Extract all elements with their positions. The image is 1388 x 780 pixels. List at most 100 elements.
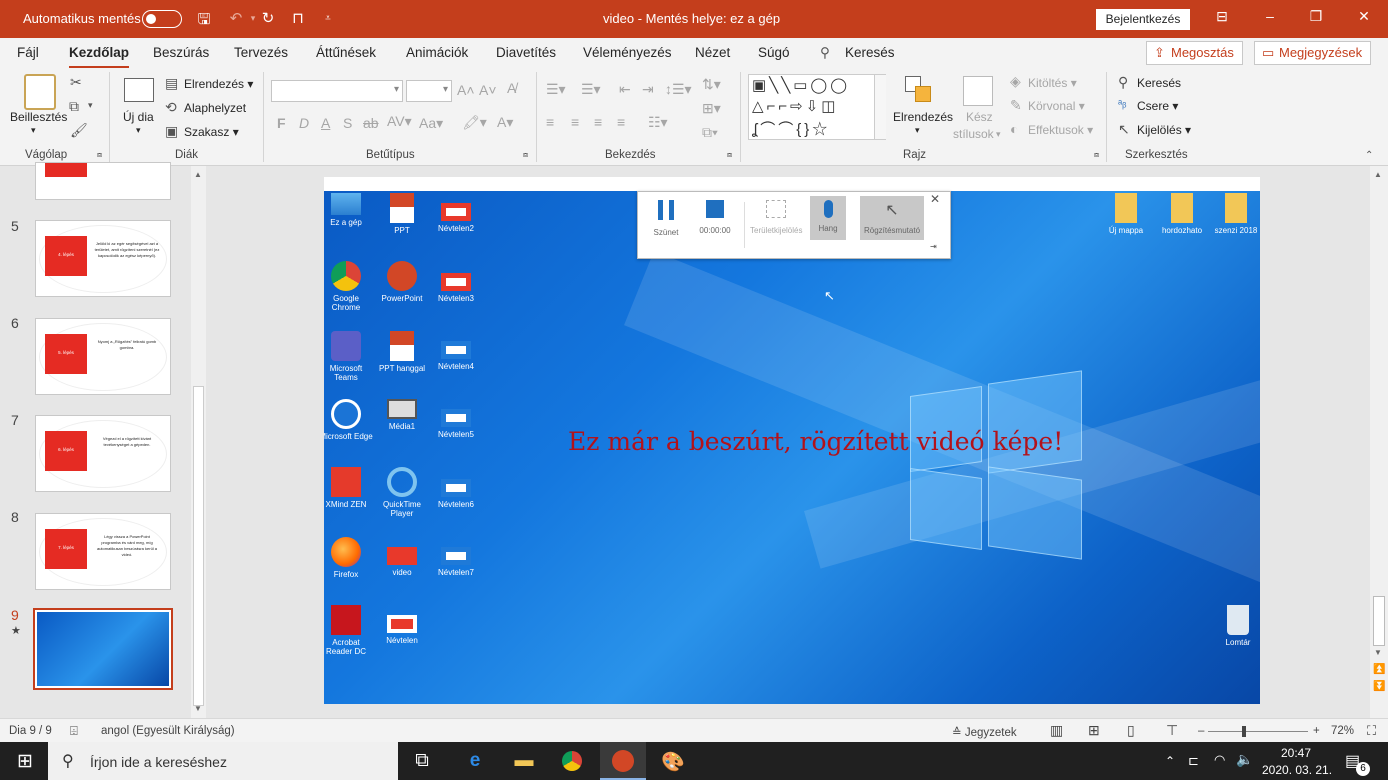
align-left-icon[interactable]: ≡ <box>546 114 554 130</box>
gallery-scroll[interactable] <box>874 75 886 139</box>
paint-icon[interactable]: 🎨 <box>658 750 688 774</box>
pin-icon[interactable]: ⇥ <box>930 242 937 251</box>
shadow-button[interactable]: S <box>343 115 352 131</box>
slideshow-view-icon[interactable]: ⊤ <box>1166 722 1178 739</box>
volume-icon[interactable]: 🔈 <box>1236 751 1253 768</box>
powerpoint-taskbar-button[interactable] <box>600 742 646 780</box>
strikethrough-icon[interactable]: ab <box>363 115 379 131</box>
align-right-icon[interactable]: ≡ <box>594 114 602 130</box>
clock-time[interactable]: 20:47 <box>1281 746 1311 760</box>
desktop-icon[interactable]: Média1 <box>374 399 430 431</box>
format-painter-icon[interactable]: 🖌 <box>70 122 88 139</box>
numbering-icon[interactable]: ☰▾ <box>581 81 601 98</box>
new-slide-icon[interactable] <box>124 78 154 102</box>
desktop-icon[interactable]: Névtelen7 <box>428 547 484 577</box>
tab-animations[interactable]: Animációk <box>406 45 468 60</box>
previous-slide-icon[interactable]: ⏫ <box>1373 664 1385 675</box>
language-label[interactable]: angol (Egyesült Királyság) <box>101 725 235 737</box>
font-name-combo[interactable] <box>271 80 403 102</box>
next-slide-icon[interactable]: ⏬ <box>1373 681 1385 692</box>
desktop-icon[interactable]: PPT <box>374 193 430 235</box>
bold-button[interactable]: F <box>277 115 286 131</box>
desktop-icon[interactable]: hordozhato <box>1154 193 1210 235</box>
pause-button[interactable]: Szünet <box>646 200 686 237</box>
desktop-icon[interactable]: Új mappa <box>1098 193 1154 235</box>
layout-button[interactable]: Elrendezés ▾ <box>184 77 253 91</box>
desktop-icon[interactable]: PowerPoint <box>374 261 430 303</box>
outline-button[interactable]: Körvonal ▾ <box>1028 99 1085 113</box>
collapse-ribbon-icon[interactable]: ⌃ <box>1365 150 1373 161</box>
chrome-taskbar-icon[interactable] <box>562 751 582 771</box>
find-button[interactable]: Keresés <box>1137 76 1181 90</box>
italic-button[interactable]: D <box>299 115 309 131</box>
desktop-icon[interactable]: Névtelen3 <box>428 273 484 303</box>
justify-icon[interactable]: ≡ <box>617 114 625 130</box>
record-pointer-button[interactable]: ↖ Rögzítésmutató <box>860 196 924 240</box>
reading-view-icon[interactable]: ▯ <box>1127 722 1135 739</box>
present-icon[interactable]: ⊓ <box>288 9 308 27</box>
desktop-icon[interactable]: Ez a gép <box>324 193 374 227</box>
edge-taskbar-icon[interactable]: e <box>460 750 490 772</box>
audio-button[interactable]: Hang <box>810 196 846 240</box>
desktop-icon[interactable]: Névtelen6 <box>428 479 484 509</box>
reset-button[interactable]: Alaphelyzet <box>184 101 246 115</box>
desktop-icon[interactable]: Microsoft Teams <box>324 331 374 382</box>
desktop-icon[interactable]: szenzi 2018 <box>1208 193 1260 235</box>
scroll-down-icon[interactable]: ▼ <box>1374 648 1382 657</box>
desktop-icon[interactable]: Microsoft Edge <box>324 399 374 441</box>
tab-design[interactable]: Tervezés <box>234 45 288 60</box>
dialog-launcher-icon[interactable]: ⧈ <box>523 150 528 160</box>
font-size-combo[interactable] <box>406 80 452 102</box>
paste-button-label[interactable]: Beillesztés <box>10 110 67 124</box>
search-label[interactable]: Keresés <box>845 45 895 60</box>
taskbar-search[interactable]: ⚲ Írjon ide a kereséshez <box>48 742 398 780</box>
desktop-icon[interactable]: Névtelen <box>374 615 430 645</box>
replace-button[interactable]: Csere ▾ <box>1137 99 1178 113</box>
redo-icon[interactable]: ↻ <box>258 9 278 27</box>
tab-transitions[interactable]: Áttűnések <box>316 45 376 60</box>
scroll-thumb[interactable] <box>1373 596 1385 646</box>
tab-home[interactable]: Kezdőlap <box>69 45 130 69</box>
network-icon[interactable]: ⊏ <box>1188 753 1199 769</box>
customize-icon[interactable]: ⩡ <box>318 13 338 24</box>
decrease-font-icon[interactable]: A˅ <box>479 82 497 98</box>
align-center-icon[interactable]: ≡ <box>571 114 579 130</box>
task-view-icon[interactable]: ⧉ <box>407 750 437 772</box>
zoom-level[interactable]: 72% <box>1331 725 1354 737</box>
close-icon[interactable]: ✕ <box>930 192 940 206</box>
dialog-launcher-icon[interactable]: ⧈ <box>1094 150 1099 160</box>
effects-button[interactable]: Effektusok ▾ <box>1028 123 1093 137</box>
desktop-icon[interactable]: Firefox <box>324 537 374 579</box>
scroll-down-icon[interactable]: ▼ <box>194 704 202 713</box>
arrange-dropdown-icon[interactable]: ▾ <box>915 125 920 136</box>
desktop-icon[interactable]: PPT hanggal <box>374 331 430 373</box>
video-frame[interactable]: Ez a gép Google Chrome Microsoft Teams M… <box>324 191 1260 704</box>
smartart-icon[interactable]: ⧉▾ <box>702 124 718 141</box>
highlight-icon[interactable]: 🖍▾ <box>462 114 487 131</box>
file-explorer-icon[interactable]: ▬ <box>509 750 539 772</box>
autosave-toggle[interactable] <box>142 10 182 28</box>
restore-icon[interactable]: ❐ <box>1306 8 1326 25</box>
slide-sorter-icon[interactable]: ⊞ <box>1088 722 1100 739</box>
quick-styles-dropdown-icon[interactable]: ▾ <box>996 129 1001 140</box>
desktop-icon[interactable]: Google Chrome <box>324 261 374 312</box>
cut-icon[interactable]: ✂ <box>70 74 82 91</box>
change-case-icon[interactable]: Aa▾ <box>419 115 443 132</box>
fit-slide-icon[interactable]: ⛶ <box>1367 723 1376 739</box>
increase-font-icon[interactable]: A˄ <box>457 82 475 98</box>
bullets-icon[interactable]: ☰▾ <box>546 81 566 98</box>
desktop-icon[interactable]: XMind ZEN <box>324 467 374 509</box>
zoom-in-icon[interactable]: + <box>1313 725 1320 737</box>
zoom-out-icon[interactable]: – <box>1198 725 1204 737</box>
tab-review[interactable]: Véleményezés <box>583 45 672 60</box>
comments-button[interactable]: ▭ Megjegyzések <box>1254 41 1372 65</box>
scroll-thumb[interactable] <box>193 386 204 706</box>
slide-scrollbar[interactable]: ▲ ▼ ⏫ ⏬ <box>1370 166 1388 718</box>
ribbon-display-icon[interactable]: ⊟ <box>1212 8 1232 25</box>
select-button[interactable]: Kijelölés ▾ <box>1137 123 1191 137</box>
notes-button[interactable]: ≙ Jegyzetek <box>952 725 1017 739</box>
search-icon[interactable]: ⚲ <box>820 45 830 61</box>
tab-file[interactable]: Fájl <box>17 45 39 60</box>
quick-styles-label-2[interactable]: stílusok <box>953 127 994 141</box>
scroll-up-icon[interactable]: ▲ <box>1374 170 1382 179</box>
